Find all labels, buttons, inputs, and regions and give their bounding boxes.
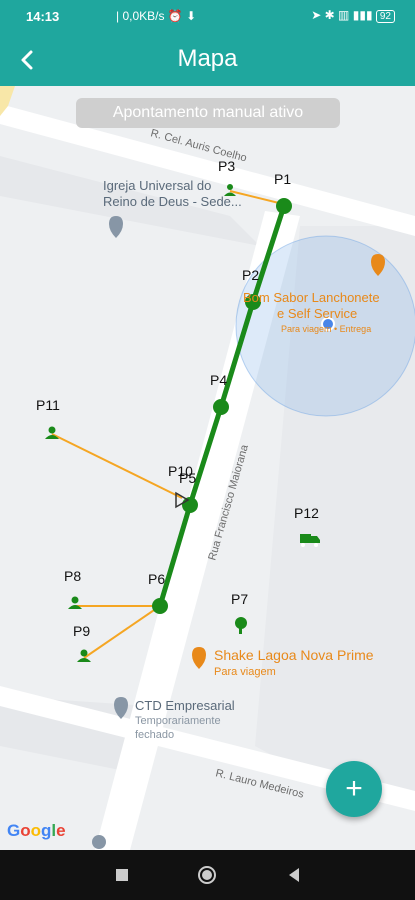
poi-igreja-line1: Igreja Universal do (103, 178, 211, 193)
poi-bomsabor-line2: e Self Service (277, 306, 357, 321)
point-label-p9: P9 (73, 623, 90, 639)
poi-shake-name: Shake Lagoa Nova Prime (214, 647, 374, 663)
google-logo: Google (7, 821, 66, 840)
point-label-p3: P3 (218, 158, 235, 174)
add-point-button[interactable]: + (326, 761, 382, 817)
manual-mode-banner: Apontamento manual ativo (76, 98, 340, 128)
poi-shake-sub: Para viagem (214, 666, 276, 678)
back-nav-button[interactable] (282, 863, 306, 887)
status-icons: ➤ ✱ ▥ ▮▮▮ 92 (311, 8, 395, 23)
poi-ctd-name: CTD Empresarial (135, 698, 235, 713)
point-label-p7: P7 (231, 591, 248, 607)
point-label-p11: P11 (36, 397, 60, 413)
poi-ctd-sub1: Temporariamente (135, 715, 221, 727)
app-bar: Mapa (0, 34, 415, 86)
status-bar: 14:13 | 0,0KB/s ⏰ ⬇ ➤ ✱ ▥ ▮▮▮ 92 (0, 0, 415, 34)
route-node-p4[interactable] (213, 399, 229, 415)
page-title: Mapa (177, 45, 238, 72)
map-view[interactable]: R. Cel. Auris Coelho Rua Francisco Maior… (0, 86, 415, 850)
place-pin-icon-bottom[interactable] (92, 835, 106, 849)
point-label-p1: P1 (274, 171, 291, 187)
route-node-p6[interactable] (152, 598, 168, 614)
battery-icon: 92 (375, 10, 395, 23)
poi-bomsabor-line1: Bom Sabor Lanchonete (243, 290, 380, 305)
status-time: 14:13 (26, 9, 60, 24)
point-label-p2: P2 (242, 267, 259, 283)
route-node-p1[interactable] (276, 198, 292, 214)
point-label-p8: P8 (64, 568, 81, 584)
network-speed: | 0,0KB/s ⏰ ⬇ (116, 9, 197, 23)
point-label-p12: P12 (294, 505, 319, 521)
map-canvas: R. Cel. Auris Coelho Rua Francisco Maior… (0, 86, 415, 850)
home-button[interactable] (195, 863, 219, 887)
poi-bomsabor-sub: Para viagem • Entrega (281, 324, 371, 334)
point-label-p6: P6 (148, 571, 165, 587)
poi-ctd-sub2: fechado (135, 729, 174, 741)
point-label-p4: P4 (210, 372, 227, 388)
poi-igreja-line2: Reino de Deus - Sede... (103, 194, 242, 209)
system-navigation-bar (0, 850, 415, 900)
point-label-p10: P10 (168, 463, 193, 479)
triangle-back-icon (289, 868, 299, 882)
recents-button[interactable] (110, 863, 134, 887)
square-icon (116, 869, 128, 881)
route-node-p5[interactable] (182, 497, 198, 513)
circle-icon (198, 866, 216, 884)
